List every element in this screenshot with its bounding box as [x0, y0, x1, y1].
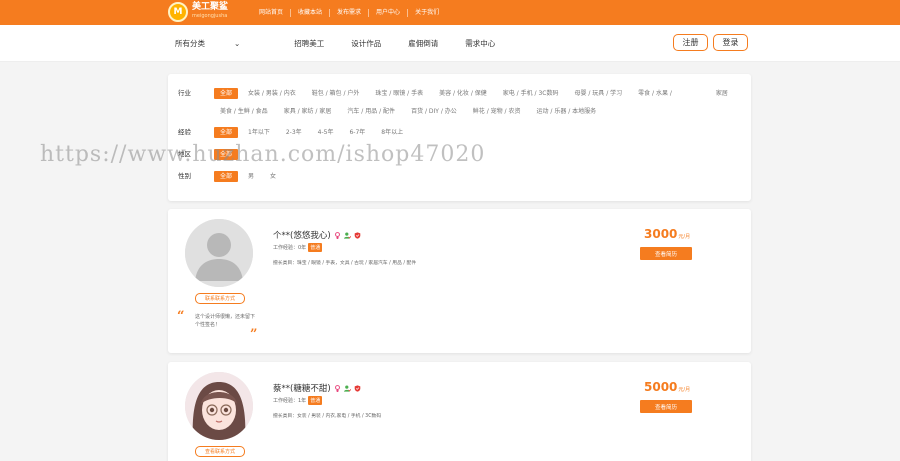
filter-option[interactable]: 6-7年	[343, 127, 371, 138]
designer-skills: 擅长类目：女装 / 男装 / 内衣,家电 / 手机 / 3C数码	[273, 414, 382, 419]
topnav-home[interactable]: 网站首页	[252, 8, 292, 17]
top-nav: 网站首页 收藏本站 发布需求 用户中心 关于我们	[252, 0, 446, 25]
nav-demand-center[interactable]: 需求中心	[465, 38, 495, 49]
anime-avatar-icon	[185, 372, 253, 440]
logo-title: 美工聚鲨	[192, 2, 229, 12]
top-bar: M 美工聚鲨 meigongjusha 网站首页 收藏本站 发布需求 用户中心 …	[0, 0, 900, 25]
filter-option[interactable]: 男	[242, 171, 260, 182]
level-badge: 普通	[308, 396, 323, 405]
login-button[interactable]: 登录	[713, 34, 748, 51]
view-resume-button[interactable]: 查看简历	[640, 247, 692, 260]
salary: 5000元/月	[644, 380, 690, 394]
avatar[interactable]	[185, 219, 253, 287]
main-nav: 所有分类 ⌄ 招聘美工 设计作品 雇佣倒请 需求中心	[175, 25, 522, 62]
filter-option[interactable]: 家具 / 家纺 / 家居	[278, 106, 338, 117]
filter-option[interactable]: 全部	[214, 88, 239, 99]
salary-unit: 元/月	[678, 234, 691, 240]
topnav-post-demand[interactable]: 发布需求	[330, 8, 370, 17]
experience-text: 工作经验：1年	[273, 398, 307, 404]
filter-option[interactable]: 母婴 / 玩具 / 学习	[568, 88, 628, 99]
filter-option[interactable]: 2-3年	[280, 127, 308, 138]
filter-panel: 行业 全部 女装 / 男装 / 内衣 鞋包 / 箱包 / 户外 珠宝 / 眼镜 …	[168, 74, 751, 201]
logo[interactable]: M 美工聚鲨 meigongjusha	[168, 2, 228, 22]
chevron-down-icon: ⌄	[234, 39, 241, 48]
salary: 3000元/月	[644, 227, 690, 241]
filter-option[interactable]: 运动 / 乐器 / 本地服务	[530, 106, 602, 117]
designer-experience: 工作经验：1年 普通	[273, 396, 323, 405]
filter-option[interactable]: 4-5年	[312, 127, 340, 138]
nav-design-works[interactable]: 设计作品	[351, 38, 381, 49]
designer-name-text: 蔡**(糖糖不甜)	[273, 384, 331, 394]
topnav-user-center[interactable]: 用户中心	[369, 8, 409, 17]
filter-option[interactable]: 百货 / DIY / 办公	[405, 106, 463, 117]
salary-unit: 元/月	[678, 387, 691, 393]
filter-option[interactable]: 美容 / 化妆 / 保健	[433, 88, 493, 99]
filter-option[interactable]: 全部	[214, 127, 239, 138]
designer-name[interactable]: 个**(悠悠我心)	[273, 229, 361, 241]
designer-name[interactable]: 蔡**(糖糖不甜)	[273, 382, 361, 394]
salary-value: 5000	[644, 380, 678, 394]
filter-option[interactable]: 汽车 / 用品 / 配件	[341, 106, 401, 117]
filter-row-industry: 行业 全部 女装 / 男装 / 内衣 鞋包 / 箱包 / 户外 珠宝 / 眼镜 …	[178, 88, 739, 117]
designer-experience: 工作经验：0年 普通	[273, 243, 323, 252]
filter-option[interactable]: 零食 / 水果 /	[632, 88, 678, 99]
filter-option[interactable]: 美食 / 生鲜 / 食品	[214, 106, 274, 117]
filter-label: 经验	[178, 128, 191, 136]
designer-name-text: 个**(悠悠我心)	[273, 231, 331, 241]
topnav-about[interactable]: 关于我们	[408, 9, 446, 17]
designer-skills: 擅长类目：珠宝 / 眼镜 / 手表，文具 / 古玩 / 家居汽车 / 用品 / …	[273, 261, 417, 266]
main-header: 所有分类 ⌄ 招聘美工 设计作品 雇佣倒请 需求中心 注册 登录	[0, 25, 900, 62]
topnav-bookmark[interactable]: 收藏本站	[291, 8, 331, 17]
filter-label: 性别	[178, 172, 191, 180]
watermark-text: https://www.huzhan.com/ishop47020	[40, 142, 486, 167]
category-dropdown[interactable]: 所有分类 ⌄	[175, 38, 267, 49]
female-icon	[334, 231, 340, 239]
designer-card[interactable]: 联系联系方式 “ 这个设计师很懒，还未留下个性签名！ ” 个**(悠悠我心) 工…	[168, 209, 751, 353]
shield-icon	[354, 231, 360, 239]
user-verified-icon	[343, 384, 351, 392]
view-contact-button[interactable]: 查看联系方式	[195, 446, 245, 457]
designer-card[interactable]: 查看联系方式 蔡**(糖糖不甜) 工作经验：1年 普通 擅长类目：女装 / 男装…	[168, 362, 751, 461]
experience-text: 工作经验：0年	[273, 245, 307, 251]
salary-value: 3000	[644, 227, 678, 241]
quote-open-icon: “	[177, 309, 185, 324]
shield-icon	[354, 384, 360, 392]
logo-subtitle: meigongjusha	[192, 13, 228, 19]
category-label: 所有分类	[175, 39, 205, 48]
nav-hire-designer[interactable]: 招聘美工	[294, 38, 324, 49]
user-verified-icon	[343, 231, 351, 239]
female-icon	[334, 384, 340, 392]
quote-close-icon: ”	[250, 327, 258, 342]
filter-row-gender: 性别 全部 男 女	[178, 171, 739, 182]
filter-option[interactable]: 8年以上	[375, 127, 409, 138]
register-button[interactable]: 注册	[673, 34, 708, 51]
filter-option[interactable]: 全部	[214, 171, 239, 182]
filter-option[interactable]: 女	[264, 171, 282, 182]
default-avatar-icon	[185, 219, 253, 287]
logo-icon: M	[168, 2, 188, 22]
avatar[interactable]	[185, 372, 253, 440]
filter-option[interactable]: 女装 / 男装 / 内衣	[242, 88, 302, 99]
filter-option[interactable]: 鞋包 / 箱包 / 户外	[306, 88, 366, 99]
view-contact-button[interactable]: 联系联系方式	[195, 293, 245, 304]
filter-row-experience: 经验 全部 1年以下 2-3年 4-5年 6-7年 8年以上	[178, 127, 739, 138]
nav-employ[interactable]: 雇佣倒请	[408, 38, 438, 49]
designer-signature: 这个设计师很懒，还未留下个性签名！	[195, 314, 256, 328]
filter-option[interactable]: 鲜花 / 宠物 / 农资	[467, 106, 527, 117]
filter-option[interactable]: 家居	[710, 88, 734, 99]
filter-option[interactable]: 1年以下	[242, 127, 276, 138]
filter-label: 行业	[178, 89, 191, 97]
filter-option[interactable]: 珠宝 / 眼镜 / 手表	[369, 88, 429, 99]
filter-option[interactable]: 家电 / 手机 / 3C数码	[497, 88, 565, 99]
level-badge: 普通	[308, 243, 323, 252]
view-resume-button[interactable]: 查看简历	[640, 400, 692, 413]
